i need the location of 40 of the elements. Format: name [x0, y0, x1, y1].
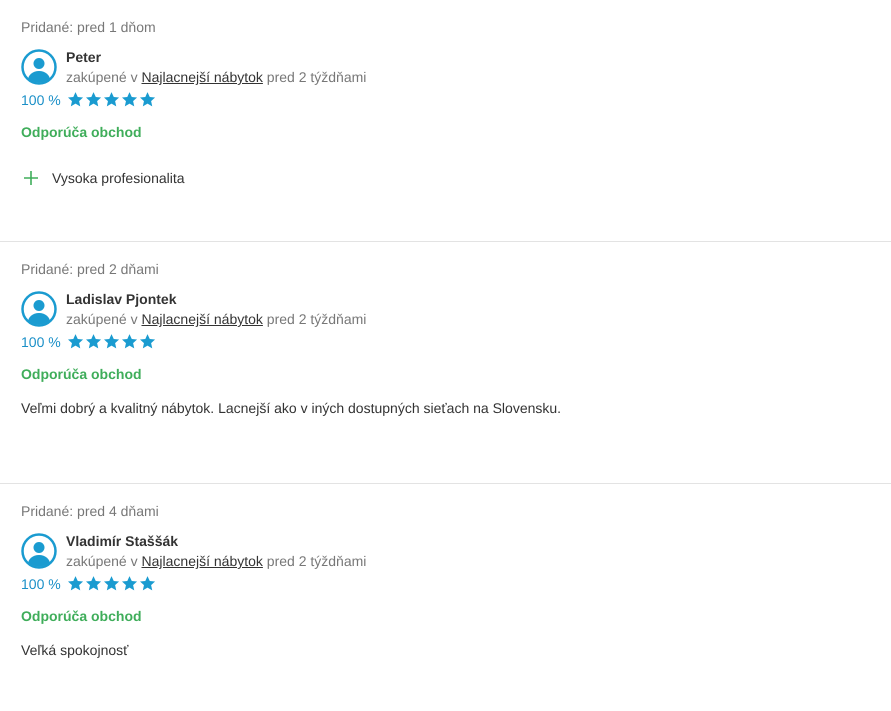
purchase-info: zakúpené v Najlacnejší nábytok pred 2 týždňami [66, 553, 366, 569]
purchase-info: zakúpené v Najlacnejší nábytok pred 2 týždňami [66, 69, 366, 85]
star-icon [120, 333, 138, 350]
star-icon [120, 575, 138, 592]
review-text: Veľká spokojnosť [21, 642, 128, 658]
rating-percent: 100 % [21, 334, 61, 350]
user-avatar-icon [21, 533, 57, 569]
review-text: Veľmi dobrý a kvalitný nábytok. Lacnejší ako v iných dostupných sieťach na Slovensku. [21, 400, 562, 416]
star-icon [138, 333, 156, 350]
star-icon [84, 91, 102, 108]
star-icon [102, 91, 120, 108]
star-icon [66, 575, 84, 592]
pro-text: Vysoka profesionalita [52, 170, 185, 186]
shop-link[interactable]: Najlacnejší nábytok [142, 69, 263, 85]
star-icon [84, 333, 102, 350]
plus-icon [24, 171, 38, 185]
rating-percent: 100 % [21, 92, 61, 108]
added-date: Pridané: pred 2 dňami [21, 261, 159, 277]
star-icon [138, 575, 156, 592]
star-icon [102, 575, 120, 592]
added-date: Pridané: pred 1 dňom [21, 19, 156, 35]
recommendation: Odporúča obchod [21, 608, 142, 624]
star-icon [138, 91, 156, 108]
purchase-info: zakúpené v Najlacnejší nábytok pred 2 týždňami [66, 311, 366, 327]
author-name: Ladislav Pjontek [66, 291, 178, 307]
shop-link[interactable]: Najlacnejší nábytok [142, 553, 263, 569]
star-icon [84, 575, 102, 592]
user-avatar-icon [21, 49, 57, 85]
recommendation: Odporúča obchod [21, 366, 142, 382]
rating-percent: 100 % [21, 576, 61, 592]
star-icon [102, 333, 120, 350]
added-date: Pridané: pred 4 dňami [21, 503, 159, 519]
author-name: Peter [66, 49, 102, 65]
star-icon [66, 91, 84, 108]
star-icon [120, 91, 138, 108]
recommendation: Odporúča obchod [21, 124, 142, 140]
star-icon [66, 333, 84, 350]
shop-link[interactable]: Najlacnejší nábytok [142, 311, 263, 327]
author-name: Vladimír Staššák [66, 533, 180, 549]
user-avatar-icon [21, 291, 57, 327]
